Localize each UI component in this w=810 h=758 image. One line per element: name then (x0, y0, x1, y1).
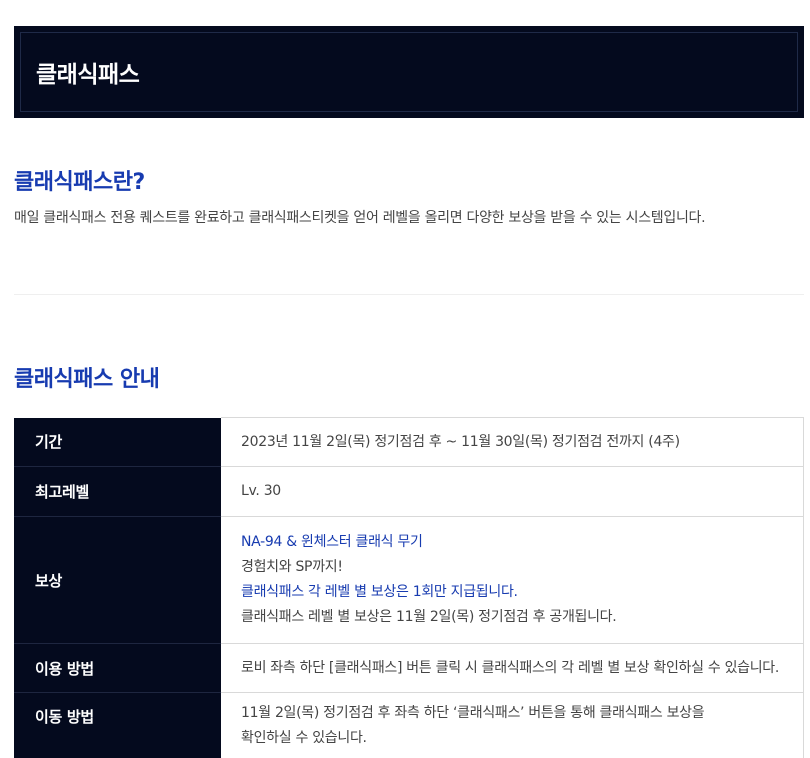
table-row-reward: 보상 NA-94 & 윈체스터 클래식 무기 경험치와 SP까지! 클래식패스 … (14, 516, 804, 644)
reward-weapon-text: NA-94 & 윈체스터 클래식 무기 (241, 534, 423, 550)
max-level-value: Lv. 30 (221, 466, 804, 517)
intro-description: 매일 클래식패스 전용 퀘스트를 완료하고 클래식패스티켓을 얻어 레벨을 올리… (14, 210, 706, 226)
period-label: 기간 (14, 417, 221, 467)
reward-reveal-notice: 클래식패스 레벨 별 보상은 11월 2일(목) 정기점검 후 공개됩니다. (241, 609, 617, 625)
intro-heading: 클래식패스란? (14, 170, 145, 195)
usage-label: 이용 방법 (14, 643, 221, 693)
max-level-label: 최고레벨 (14, 466, 221, 517)
table-row-max-level: 최고레벨 Lv. 30 (14, 466, 804, 517)
move-label: 이동 방법 (14, 692, 221, 758)
section-divider (14, 294, 804, 295)
table-row-usage: 이용 방법 로비 좌측 하단 [클래식패스] 버튼 클릭 시 클래식패스의 각 … (14, 643, 804, 693)
move-text-line-1: 11월 2일(목) 정기점검 후 좌측 하단 ‘클래식패스’ 버튼을 통해 클래… (241, 705, 705, 721)
page: 클래식패스 클래식패스란? 매일 클래식패스 전용 퀘스트를 완료하고 클래식패… (0, 0, 810, 758)
move-text-line-2: 확인하실 수 있습니다. (241, 730, 367, 746)
guide-heading: 클래식패스 안내 (14, 367, 160, 392)
period-value: 2023년 11월 2일(목) 정기점검 후 ~ 11월 30일(목) 정기점검… (221, 417, 804, 467)
reward-value: NA-94 & 윈체스터 클래식 무기 경험치와 SP까지! 클래식패스 각 레… (221, 516, 804, 644)
page-banner: 클래식패스 (14, 26, 804, 118)
reward-exp-text: 경험치와 SP까지! (241, 559, 343, 575)
banner-title: 클래식패스 (36, 62, 140, 88)
reward-label: 보상 (14, 516, 221, 644)
table-row-period: 기간 2023년 11월 2일(목) 정기점검 후 ~ 11월 30일(목) 정… (14, 417, 804, 467)
table-row-move: 이동 방법 11월 2일(목) 정기점검 후 좌측 하단 ‘클래식패스’ 버튼을… (14, 692, 804, 758)
guide-info-table: 기간 2023년 11월 2일(목) 정기점검 후 ~ 11월 30일(목) 정… (14, 417, 804, 758)
move-value: 11월 2일(목) 정기점검 후 좌측 하단 ‘클래식패스’ 버튼을 통해 클래… (221, 692, 804, 758)
usage-value: 로비 좌측 하단 [클래식패스] 버튼 클릭 시 클래식패스의 각 레벨 별 보… (221, 643, 804, 693)
reward-once-notice: 클래식패스 각 레벨 별 보상은 1회만 지급됩니다. (241, 584, 518, 600)
